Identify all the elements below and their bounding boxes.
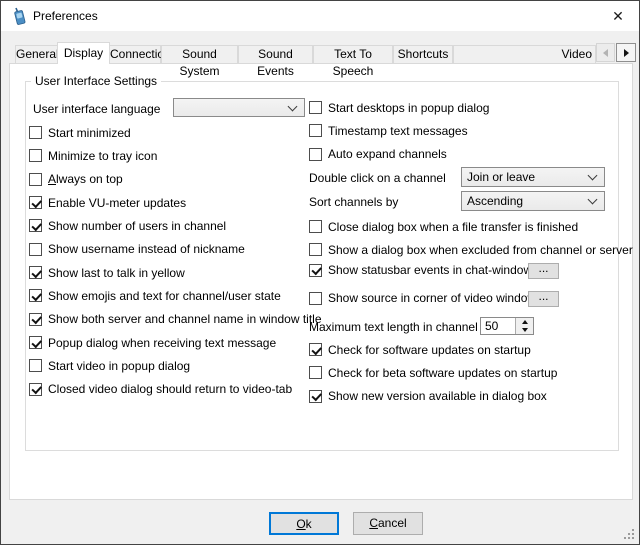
- label-start-desktops-popup: Start desktops in popup dialog: [328, 101, 489, 115]
- checkbox-popup-text-message[interactable]: [29, 336, 42, 349]
- cancel-button[interactable]: Cancel: [353, 512, 423, 535]
- checkbox-start-minimized[interactable]: [29, 126, 42, 139]
- label-vu-meter: Enable VU-meter updates: [48, 196, 186, 210]
- checkbox-server-channel-title[interactable]: [29, 313, 42, 326]
- row-show-username[interactable]: Show username instead of nickname: [29, 238, 322, 261]
- checkbox-emojis-state[interactable]: [29, 289, 42, 302]
- label-minimize-to-tray: Minimize to tray icon: [48, 149, 157, 163]
- resize-grip[interactable]: [622, 527, 635, 540]
- right-arrow-glyph: [624, 49, 629, 57]
- spin-arrows: [515, 318, 533, 334]
- label-close-filetransfer-dialog: Close dialog box when a file transfer is…: [328, 220, 578, 234]
- row-start-video-popup[interactable]: Start video in popup dialog: [29, 354, 322, 377]
- double-click-combobox[interactable]: Join or leave: [461, 167, 605, 187]
- label-show-new-version: Show new version available in dialog box: [328, 389, 547, 403]
- double-click-label: Double click on a channel: [309, 171, 446, 185]
- row-popup-text-message[interactable]: Popup dialog when receiving text message: [29, 331, 322, 354]
- double-click-value: Join or leave: [467, 170, 535, 184]
- row-emojis-state[interactable]: Show emojis and text for channel/user st…: [29, 284, 322, 307]
- statusbar-events-ellipsis-button[interactable]: ...: [528, 263, 559, 279]
- language-label: User interface language: [33, 102, 160, 116]
- label-show-username: Show username instead of nickname: [48, 242, 245, 256]
- tab-scroll-left-icon[interactable]: [596, 43, 615, 62]
- row-check-beta-updates[interactable]: Check for beta software updates on start…: [309, 361, 557, 384]
- max-text-spinbox[interactable]: 50: [480, 317, 534, 335]
- checkbox-timestamp-messages[interactable]: [309, 124, 322, 137]
- ok-button[interactable]: Ok: [269, 512, 339, 535]
- checkbox-user-count[interactable]: [29, 219, 42, 232]
- row-start-desktops-popup[interactable]: Start desktops in popup dialog: [309, 96, 489, 119]
- label-auto-expand-channels: Auto expand channels: [328, 147, 447, 161]
- spin-up-icon[interactable]: [516, 318, 533, 326]
- label-user-count: Show number of users in channel: [48, 219, 226, 233]
- label-start-minimized: Start minimized: [48, 126, 131, 140]
- checkbox-show-new-version[interactable]: [309, 390, 322, 403]
- row-closed-video-return[interactable]: Closed video dialog should return to vid…: [29, 378, 322, 401]
- spin-down-icon[interactable]: [516, 326, 533, 334]
- label-closed-video-return: Closed video dialog should return to vid…: [48, 382, 292, 396]
- row-user-count[interactable]: Show number of users in channel: [29, 214, 322, 237]
- checkbox-close-filetransfer-dialog[interactable]: [309, 220, 322, 233]
- video-source-ellipsis-button[interactable]: ...: [528, 291, 559, 307]
- row-auto-expand-channels[interactable]: Auto expand channels: [309, 143, 489, 166]
- checkbox-last-talk-yellow[interactable]: [29, 266, 42, 279]
- row-check-updates[interactable]: Check for software updates on startup: [309, 338, 557, 361]
- row-minimize-to-tray[interactable]: Minimize to tray icon: [29, 144, 322, 167]
- checkbox-always-on-top[interactable]: [29, 173, 42, 186]
- sort-channels-combobox[interactable]: Ascending: [461, 191, 605, 211]
- row-timestamp-messages[interactable]: Timestamp text messages: [309, 119, 489, 142]
- checkbox-auto-expand-channels[interactable]: [309, 148, 322, 161]
- label-statusbar-events: Show statusbar events in chat-window: [328, 263, 532, 277]
- row-start-minimized[interactable]: Start minimized: [29, 121, 322, 144]
- preferences-dialog: Preferences ✕ General Display Connection…: [0, 0, 640, 545]
- checkbox-check-updates[interactable]: [309, 343, 322, 356]
- label-server-channel-title: Show both server and channel name in win…: [48, 312, 322, 326]
- sort-channels-value: Ascending: [467, 194, 523, 208]
- row-server-channel-title[interactable]: Show both server and channel name in win…: [29, 308, 322, 331]
- chevron-down-icon: [288, 101, 298, 111]
- checkbox-video-source[interactable]: [309, 292, 322, 305]
- sort-channels-label: Sort channels by: [309, 195, 398, 209]
- checkbox-statusbar-events[interactable]: [309, 264, 322, 277]
- checkbox-start-video-popup[interactable]: [29, 359, 42, 372]
- checkbox-check-beta-updates[interactable]: [309, 366, 322, 379]
- checkbox-vu-meter[interactable]: [29, 196, 42, 209]
- row-always-on-top[interactable]: Always on top: [29, 168, 322, 191]
- language-combobox[interactable]: [173, 98, 305, 117]
- checkbox-start-desktops-popup[interactable]: [309, 101, 322, 114]
- label-always-on-top: Always on top: [48, 172, 123, 186]
- chevron-down-icon: [588, 195, 598, 205]
- checkbox-minimize-to-tray[interactable]: [29, 149, 42, 162]
- max-text-length-label: Maximum text length in channel list: [309, 320, 496, 334]
- chevron-down-icon: [588, 171, 598, 181]
- label-timestamp-messages: Timestamp text messages: [328, 124, 468, 138]
- row-last-talk-yellow[interactable]: Show last to talk in yellow: [29, 261, 322, 284]
- label-video-source: Show source in corner of video window: [328, 291, 536, 305]
- tab-scroll-right-icon[interactable]: [616, 43, 636, 62]
- label-show-excluded-dialog: Show a dialog box when excluded from cha…: [328, 243, 633, 257]
- max-text-value: 50: [481, 318, 515, 334]
- label-check-beta-updates: Check for beta software updates on start…: [328, 366, 557, 380]
- checkbox-show-excluded-dialog[interactable]: [309, 243, 322, 256]
- row-statusbar-events[interactable]: Show statusbar events in chat-window: [309, 256, 536, 284]
- label-start-video-popup: Start video in popup dialog: [48, 359, 190, 373]
- left-arrow-glyph: [603, 49, 608, 57]
- label-emojis-state: Show emojis and text for channel/user st…: [48, 289, 281, 303]
- checkbox-closed-video-return[interactable]: [29, 383, 42, 396]
- label-last-talk-yellow: Show last to talk in yellow: [48, 266, 185, 280]
- label-check-updates: Check for software updates on startup: [328, 343, 531, 357]
- row-close-filetransfer-dialog[interactable]: Close dialog box when a file transfer is…: [309, 215, 633, 238]
- tab-display[interactable]: Display: [57, 42, 110, 64]
- row-vu-meter[interactable]: Enable VU-meter updates: [29, 191, 322, 214]
- row-show-new-version[interactable]: Show new version available in dialog box: [309, 385, 557, 408]
- label-popup-text-message: Popup dialog when receiving text message: [48, 336, 276, 350]
- row-video-source[interactable]: Show source in corner of video window: [309, 284, 536, 312]
- checkbox-show-username[interactable]: [29, 243, 42, 256]
